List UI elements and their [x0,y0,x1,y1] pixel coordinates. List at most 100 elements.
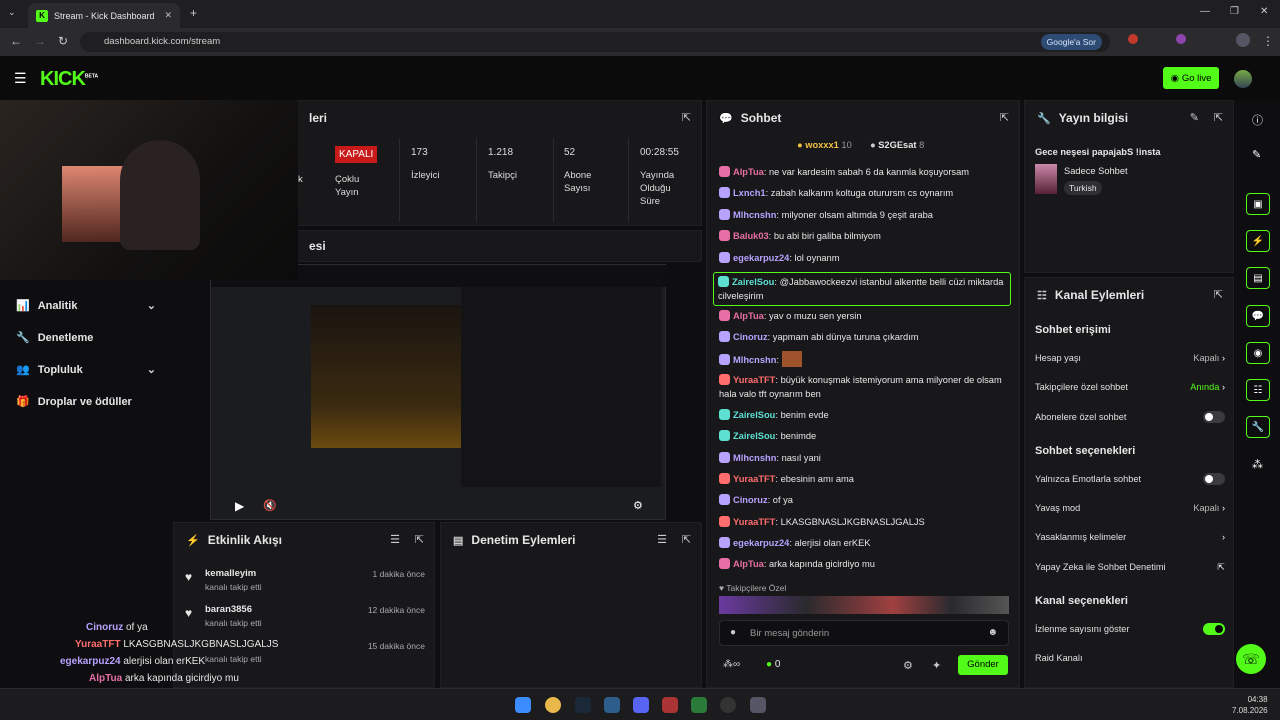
minimize-icon[interactable]: — [1200,6,1210,17]
chat-username[interactable]: Mlhcnshn [733,210,776,220]
stream-preview[interactable]: KICK ▶ 🔇 ⚙ [210,264,667,520]
rail-chat-icon[interactable]: 💬 [1246,305,1270,327]
banned-words-row[interactable]: Yasaklanmış kelimeler › [1035,532,1225,542]
rail-wrench-icon[interactable]: 🔧 [1246,416,1270,438]
chat-username[interactable]: Lxnch1 [733,188,766,198]
menu-icon[interactable]: ⋮ [1262,34,1274,48]
user-avatar[interactable] [1234,70,1252,88]
maximize-icon[interactable]: ❐ [1230,6,1239,17]
show-viewers-row[interactable]: İzlenme sayısını göster [1035,623,1225,635]
tab-list-icon[interactable]: ⌄ [8,7,16,18]
popout-icon[interactable]: ⇱ [1000,111,1009,124]
kick-logo[interactable]: KICKBETA [40,68,98,91]
raid-row[interactable]: Raid Kanalı [1035,653,1225,663]
browser-tab[interactable]: K Stream - Kick Dashboard ✕ [28,3,180,28]
rail-more-icon[interactable]: ⁂ [1252,458,1263,471]
slow-mode-row[interactable]: Yavaş mod Kapalı › [1035,503,1225,513]
chat-username[interactable]: YuraaTFT [733,474,775,484]
emote-only-row[interactable]: Yalnızca Emotlarla sohbet [1035,473,1225,485]
google-ask-button[interactable]: Google'a Sor [1040,34,1102,50]
app-icon[interactable] [604,697,620,713]
new-tab-icon[interactable]: + [190,6,197,20]
popout-icon[interactable]: ⇱ [682,111,691,124]
url-field[interactable]: dashboard.kick.com/stream Google'a Sor [80,32,1110,52]
settings-icon[interactable]: ⚙ [633,499,643,512]
subs-chat-row[interactable]: Abonelere özel sohbet [1035,411,1225,423]
chat-username[interactable]: AlpTua [733,167,764,177]
close-window-icon[interactable]: ✕ [1260,6,1268,17]
popout-icon[interactable]: ⇱ [1214,111,1223,124]
followers-chat-row[interactable]: Takipçilere özel sohbet Anında › [1035,382,1225,392]
settings-icon[interactable]: ⚙ [903,659,913,672]
top-gifter[interactable]: ● S2GEsat 8 [870,140,924,150]
app-icon[interactable] [662,697,678,713]
popout-icon[interactable]: ⇱ [1214,288,1223,301]
points-display[interactable]: ● 0 [766,659,780,670]
chat-username[interactable]: egekarpuz24 [733,253,789,263]
chat-input[interactable]: ● Bir mesaj gönderin ☻ [719,620,1009,646]
chat-username[interactable]: AlpTua [733,559,764,569]
discord-icon[interactable] [633,697,649,713]
chat-username[interactable]: ZairelSou [733,410,775,420]
chat-username[interactable]: Mlhcnshn [733,355,776,365]
app-icon[interactable] [720,697,736,713]
top-gifter[interactable]: ● woxxx1 10 [797,140,852,150]
extension-icon[interactable] [1176,34,1186,44]
edit-icon[interactable]: ✎ [1190,111,1199,124]
reload-icon[interactable]: ↻ [58,34,68,48]
account-age-row[interactable]: Hesap yaşı Kapalı › [1035,353,1225,363]
rail-broadcast-icon[interactable]: ◉ [1246,342,1270,364]
emote-only-toggle[interactable] [1203,473,1225,485]
emote-bar[interactable] [719,596,1009,614]
popout-icon[interactable]: ⇱ [415,533,424,546]
sidebar-item-moderation[interactable]: 🔧 Denetleme [16,331,156,345]
emoji-icon[interactable]: ● [730,627,736,638]
go-live-button[interactable]: ◉ Go live [1163,67,1219,89]
start-icon[interactable] [515,697,531,713]
subs-chat-toggle[interactable] [1203,411,1225,423]
chat-username[interactable]: Baluk03 [733,231,769,241]
smiley-icon[interactable]: ☻ [987,627,998,638]
rail-camera-icon[interactable]: ▣ [1246,193,1270,215]
infinity-icon[interactable]: ⁂∞ [723,659,740,670]
show-viewers-toggle[interactable] [1203,623,1225,635]
chrome-icon[interactable] [545,697,561,713]
rail-bolt-icon[interactable]: ⚡ [1246,230,1270,252]
rail-document-icon[interactable]: ▤ [1246,267,1270,289]
pencil-icon[interactable]: ✎ [1252,148,1261,161]
filter-icon[interactable]: ☰ [390,533,400,546]
profile-avatar[interactable] [1236,33,1250,47]
mute-icon[interactable]: 🔇 [263,499,277,512]
users-icon[interactable]: ✦ [932,659,941,672]
sidebar-item-community[interactable]: 👥 Topluluk ⌄ [16,363,156,377]
chat-username[interactable]: YuraaTFT [733,375,775,385]
hamburger-icon[interactable]: ☰ [14,70,27,87]
ai-moderation-row[interactable]: Yapay Zeka ile Sohbet Denetimi ⇱ [1035,562,1225,572]
sidebar-item-analytics[interactable]: 📊 Analitik ⌄ [16,299,156,313]
info-icon[interactable]: ⓘ [1252,112,1263,128]
followers-chat-value: Anında [1190,382,1220,392]
close-tab-icon[interactable]: ✕ [164,10,172,21]
popout-icon[interactable]: ⇱ [682,533,691,546]
chat-username[interactable]: AlpTua [733,311,764,321]
play-icon[interactable]: ▶ [235,499,244,513]
send-button[interactable]: Gönder [958,655,1008,675]
rail-list-icon[interactable]: ☷ [1246,379,1270,401]
filter-icon[interactable]: ☰ [657,533,667,546]
clock[interactable]: 04:38 7.08.2026 [1232,694,1268,716]
chat-username[interactable]: Cinoruz [733,495,768,505]
chat-username[interactable]: Mlhcnshn [733,453,776,463]
steam-icon[interactable] [575,697,591,713]
chat-username[interactable]: ZairelSou [732,277,774,287]
support-chat-button[interactable]: ☏ [1236,644,1266,674]
app-icon[interactable] [691,697,707,713]
back-icon[interactable]: ← [10,34,22,48]
forward-icon[interactable]: → [34,34,46,48]
chat-username[interactable]: Cinoruz [733,332,768,342]
sidebar-item-drops[interactable]: 🎁 Droplar ve ödüller [16,395,156,409]
chat-username[interactable]: ZairelSou [733,431,775,441]
chat-username[interactable]: YuraaTFT [733,517,775,527]
settings-icon[interactable] [750,697,766,713]
chat-username[interactable]: egekarpuz24 [733,538,789,548]
extension-icon[interactable] [1128,34,1138,44]
